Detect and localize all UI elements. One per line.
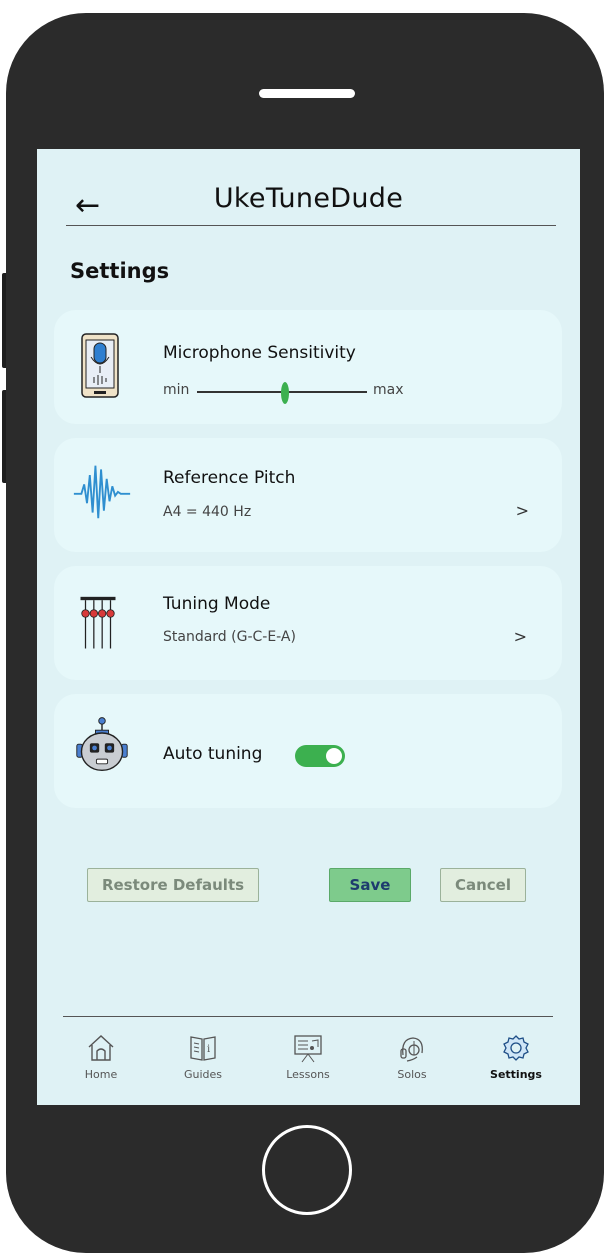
headphones-icon <box>400 1037 423 1062</box>
bottom-nav: Home i Guides Lessons Solos Settings <box>37 1029 580 1099</box>
nav-label-lessons: Lessons <box>286 1068 330 1081</box>
page-title: Settings <box>70 259 170 283</box>
header-divider <box>66 225 556 226</box>
chevron-right-icon[interactable]: > <box>514 627 527 646</box>
auto-tuning-card: Auto tuning <box>54 694 562 808</box>
ukulele-strings-icon <box>80 596 116 649</box>
top-bar: ← UkeTuneDude <box>37 149 580 229</box>
microphone-phone-icon <box>81 333 119 398</box>
nav-settings[interactable]: Settings <box>464 1029 568 1081</box>
restore-defaults-button[interactable]: Restore Defaults <box>87 868 259 902</box>
home-icon <box>88 1035 114 1061</box>
svg-text:i: i <box>207 1044 210 1055</box>
auto-tuning-toggle[interactable] <box>295 745 345 767</box>
nav-label-guides: Guides <box>183 1068 223 1081</box>
mic-sensitivity-slider[interactable]: min max <box>163 382 423 404</box>
nav-divider <box>63 1016 553 1017</box>
slider-min-label: min <box>163 382 190 398</box>
nav-label-settings: Settings <box>490 1068 542 1081</box>
save-button[interactable]: Save <box>329 868 411 902</box>
whiteboard-icon <box>294 1035 322 1063</box>
mic-sensitivity-card: Microphone Sensitivity min max <box>54 310 562 424</box>
toggle-knob <box>326 748 342 764</box>
nav-home[interactable]: Home <box>49 1029 153 1081</box>
phone-speaker <box>259 89 355 98</box>
cancel-button[interactable]: Cancel <box>440 868 526 902</box>
reference-pitch-title: Reference Pitch <box>163 468 296 488</box>
book-icon: i <box>190 1036 216 1061</box>
tuning-mode-value: Standard (G-C-E-A) <box>163 629 296 645</box>
nav-guides[interactable]: i Guides <box>151 1029 255 1081</box>
robot-icon <box>76 717 128 772</box>
chevron-right-icon[interactable]: > <box>516 501 529 520</box>
nav-lessons[interactable]: Lessons <box>256 1029 360 1081</box>
nav-label-solos: Solos <box>397 1068 427 1081</box>
home-hardware-button[interactable] <box>262 1125 352 1215</box>
app-screen: ← UkeTuneDude Settings Microphone Sensit… <box>37 149 580 1105</box>
gear-icon <box>503 1035 529 1061</box>
slider-thumb[interactable] <box>281 382 290 404</box>
app-title: UkeTuneDude <box>213 183 404 214</box>
tuning-mode-title: Tuning Mode <box>163 594 271 614</box>
slider-max-label: max <box>373 382 404 398</box>
reference-pitch-value: A4 = 440 Hz <box>163 504 252 520</box>
nav-solos[interactable]: Solos <box>360 1029 464 1081</box>
nav-label-home: Home <box>84 1068 118 1081</box>
auto-tuning-title: Auto tuning <box>163 744 263 764</box>
tuning-mode-card[interactable]: Tuning Mode Standard (G-C-E-A) > <box>54 566 562 680</box>
reference-pitch-card[interactable]: Reference Pitch A4 = 440 Hz > <box>54 438 562 552</box>
waveform-icon <box>73 465 131 519</box>
mic-sensitivity-title: Microphone Sensitivity <box>163 343 356 363</box>
